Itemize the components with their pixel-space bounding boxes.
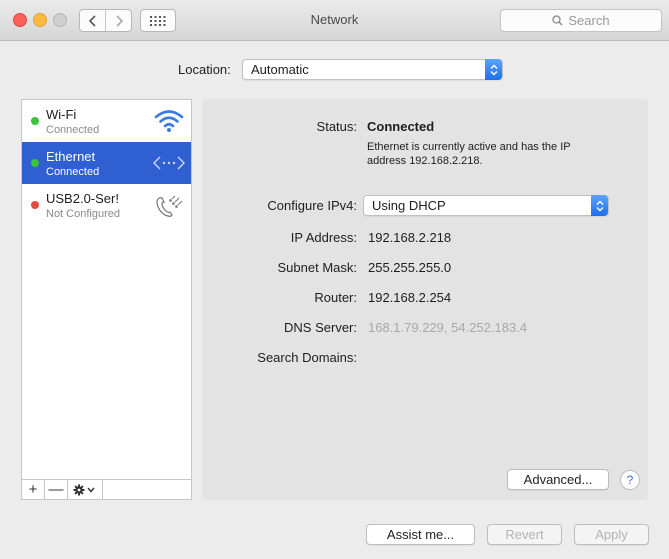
status-description: Ethernet is currently active and has the… <box>367 141 571 167</box>
status-dot <box>31 117 39 125</box>
popup-arrows-icon <box>591 195 608 216</box>
chevron-down-icon <box>87 487 95 493</box>
service-item-usb-serial[interactable]: USB2.0-Ser! Not Configured <box>22 184 191 226</box>
title-bar: Network Search <box>0 0 669 41</box>
router-value: 192.168.2.254 <box>368 290 452 305</box>
status-value: Connected <box>367 119 435 134</box>
status-dot <box>31 201 39 209</box>
ip-address-label: IP Address: <box>290 230 357 245</box>
help-button[interactable]: ? <box>620 470 640 490</box>
service-item-wifi[interactable]: Wi-Fi Connected <box>22 100 191 142</box>
service-status: Not Configured <box>46 208 120 220</box>
service-name: Ethernet <box>46 149 96 164</box>
configure-ipv4-popup[interactable]: Using DHCP <box>363 195 609 216</box>
service-status: Connected <box>46 166 100 178</box>
advanced-button[interactable]: Advanced... <box>507 469 609 490</box>
ip-address-value: 192.168.2.218 <box>368 230 452 245</box>
configure-ipv4-value: Using DHCP <box>372 198 446 213</box>
assist-me-button[interactable]: Assist me... <box>366 524 475 545</box>
subnet-mask-value: 255.255.255.0 <box>368 260 452 275</box>
dns-server-value: 168.1.79.229, 54.252.183.4 <box>368 320 528 335</box>
gear-icon <box>73 484 95 495</box>
search-icon <box>552 15 563 26</box>
router-label: Router: <box>314 290 357 305</box>
ethernet-icon <box>153 156 185 170</box>
phone-modem-icon <box>156 195 183 217</box>
search-domains-label: Search Domains: <box>257 350 357 365</box>
service-actions-button[interactable] <box>68 480 103 499</box>
network-preferences-window: Network Search Location: Automatic Wi-Fi… <box>0 0 669 559</box>
wifi-icon <box>154 110 184 132</box>
revert-button[interactable]: Revert <box>487 524 562 545</box>
service-item-ethernet[interactable]: Ethernet Connected <box>22 142 191 184</box>
dns-server-label: DNS Server: <box>284 320 357 335</box>
service-name: USB2.0-Ser! <box>46 191 119 206</box>
status-label: Status: <box>316 119 357 134</box>
configure-ipv4-label: Configure IPv4: <box>267 198 357 213</box>
popup-arrows-icon <box>485 59 502 80</box>
status-dot <box>31 159 39 167</box>
subnet-mask-label: Subnet Mask: <box>277 260 358 275</box>
service-list: Wi-Fi Connected Ethernet Connected USB2.… <box>21 99 192 500</box>
search-placeholder: Search <box>568 13 610 28</box>
location-popup[interactable]: Automatic <box>242 59 503 80</box>
service-list-toolbar: + — <box>22 479 191 499</box>
add-service-button[interactable]: + <box>22 480 45 499</box>
search-field[interactable]: Search <box>500 9 662 32</box>
service-name: Wi-Fi <box>46 107 77 122</box>
location-label: Location: <box>178 62 231 77</box>
service-status: Connected <box>46 124 100 136</box>
location-value: Automatic <box>251 62 309 77</box>
apply-button[interactable]: Apply <box>574 524 649 545</box>
remove-service-button[interactable]: — <box>45 480 68 499</box>
